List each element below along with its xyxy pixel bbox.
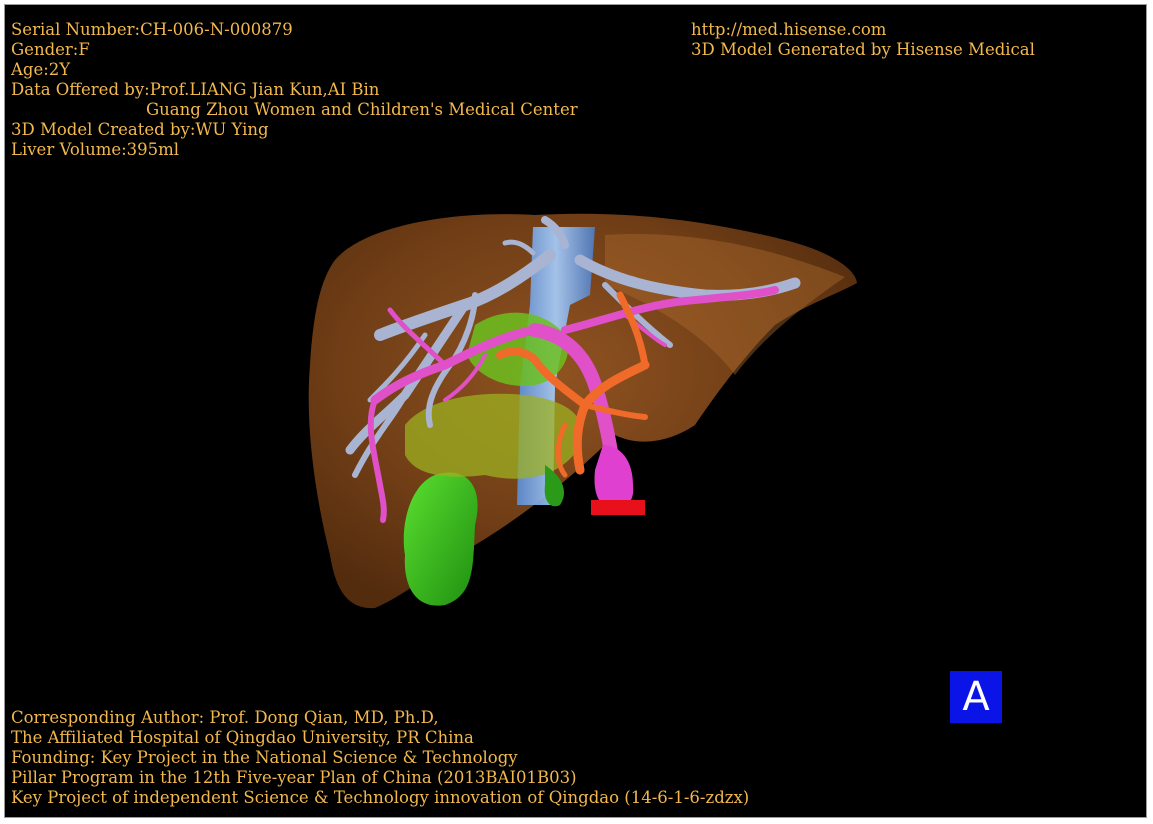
credits-info: Corresponding Author: Prof. Dong Qian, M… [11, 708, 749, 808]
funding-line-1: Founding: Key Project in the National Sc… [11, 748, 518, 767]
data-offered-by: Data Offered by:Prof.LIANG Jian Kun,AI B… [11, 80, 380, 99]
view-label-badge: A [950, 671, 1002, 723]
portal-vein-trunk [594, 445, 634, 508]
splenic-artery-stub [591, 500, 645, 515]
generated-by: 3D Model Generated by Hisense Medical [691, 40, 1035, 59]
liver-volume: Liver Volume:395ml [11, 140, 180, 159]
3d-viewport[interactable]: Serial Number:CH-006-N-000879 Gender:F Age… [4, 4, 1147, 818]
patient-info: Serial Number:CH-006-N-000879 Gender:F Age… [11, 20, 578, 160]
model-created-by: 3D Model Created by:WU Ying [11, 120, 269, 139]
data-offered-institution: Guang Zhou Women and Children's Medical … [146, 100, 578, 119]
website-url: http://med.hisense.com [691, 20, 887, 39]
affiliated-hospital: The Affiliated Hospital of Qingdao Unive… [11, 728, 474, 747]
generator-info: http://med.hisense.com 3D Model Generated… [691, 20, 1035, 60]
funding-line-2: Pillar Program in the 12th Five-year Pla… [11, 768, 577, 787]
age: Age:2Y [11, 60, 71, 79]
serial-number: Serial Number:CH-006-N-000879 [11, 20, 293, 39]
corresponding-author: Corresponding Author: Prof. Dong Qian, M… [11, 708, 439, 727]
gender: Gender:F [11, 40, 90, 59]
funding-line-3: Key Project of independent Science & Tec… [11, 788, 750, 807]
